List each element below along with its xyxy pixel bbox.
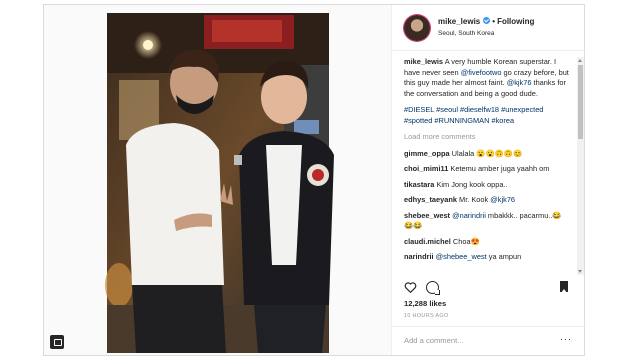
scroll-down-arrow-icon[interactable] bbox=[578, 270, 582, 273]
comment-text: Ketemu amber juga yaahh om bbox=[448, 164, 550, 173]
following-button[interactable]: Following bbox=[497, 17, 534, 26]
header-username-line: mike_lewis • Following bbox=[438, 17, 534, 26]
scroll-up-arrow-icon[interactable] bbox=[578, 59, 582, 62]
comments-scrollbar[interactable] bbox=[577, 57, 584, 275]
comment-item: tikastara Kim Jong kook oppa.. bbox=[404, 180, 570, 191]
comment-icon[interactable] bbox=[426, 281, 440, 295]
comment-mention[interactable]: @shebee_west bbox=[436, 252, 487, 261]
photo-illustration bbox=[105, 13, 334, 353]
action-bar bbox=[404, 279, 574, 297]
comment-text: Mr. Kook bbox=[457, 195, 491, 204]
post-card: mike_lewis • Following Seoul, South Korea … bbox=[43, 4, 586, 356]
comment-username[interactable]: claudi.michel bbox=[404, 237, 451, 246]
comment-item: narindrii @shebee_west ya ampun bbox=[404, 252, 570, 263]
comment-username[interactable]: edhys_taeyank bbox=[404, 195, 457, 204]
load-more-comments[interactable]: Load more comments bbox=[404, 132, 570, 143]
comment-item: gimme_oppa Ulalala 😮😮🙃🙃😊 bbox=[404, 149, 570, 160]
add-comment-input[interactable]: Add a comment... bbox=[404, 336, 464, 345]
hashtags[interactable]: #DIESEL #seoul #dieselfw18 #unexpected #… bbox=[404, 105, 570, 126]
header-username[interactable]: mike_lewis bbox=[438, 17, 480, 26]
caption: mike_lewis A very humble Korean supersta… bbox=[404, 57, 570, 99]
comment-item: shebee_west @narindrii mbakkk.. pacarmu.… bbox=[404, 211, 570, 232]
post-panel: mike_lewis • Following Seoul, South Korea … bbox=[391, 5, 586, 356]
caption-username[interactable]: mike_lewis bbox=[404, 57, 443, 66]
comment-text: Choa😍 bbox=[450, 236, 480, 246]
comment-username[interactable]: gimme_oppa bbox=[404, 149, 450, 158]
comments-list[interactable]: mike_lewis A very humble Korean supersta… bbox=[404, 57, 570, 275]
comment-text: ya ampun bbox=[486, 252, 522, 261]
post-header: mike_lewis • Following Seoul, South Korea bbox=[392, 5, 585, 51]
comment-username[interactable]: shebee_west bbox=[404, 211, 450, 220]
comment-text: Kim Jong kook oppa.. bbox=[434, 179, 508, 189]
avatar[interactable] bbox=[404, 15, 430, 41]
heart-icon[interactable] bbox=[404, 281, 417, 294]
caption-mention-2[interactable]: @kjk76 bbox=[507, 78, 532, 87]
caption-mention-1[interactable]: @fivefootwo bbox=[461, 68, 502, 77]
location-link[interactable]: Seoul, South Korea bbox=[438, 30, 494, 37]
verified-badge-icon bbox=[483, 17, 491, 25]
likes-count[interactable]: 12,288 likes bbox=[404, 299, 446, 308]
bookmark-icon[interactable] bbox=[560, 281, 568, 293]
gallery-icon[interactable] bbox=[50, 335, 64, 349]
scrollbar-thumb[interactable] bbox=[578, 65, 583, 139]
post-timestamp: 10 HOURS AGO bbox=[404, 313, 449, 319]
separator-dot: • bbox=[492, 17, 496, 26]
post-photo[interactable] bbox=[44, 5, 391, 355]
comment-item: choi_mimi11 Ketemu amber juga yaahh om bbox=[404, 164, 570, 175]
more-options-icon[interactable]: ··· bbox=[560, 334, 572, 344]
comment-username[interactable]: choi_mimi11 bbox=[404, 164, 448, 173]
comment-mention[interactable]: @kjk76 bbox=[490, 195, 515, 204]
add-comment-bar: Add a comment... ··· bbox=[392, 326, 586, 356]
comment-username[interactable]: narindrii bbox=[404, 252, 434, 261]
comment-mention[interactable]: @narindrii bbox=[452, 211, 486, 220]
comment-username[interactable]: tikastara bbox=[404, 180, 434, 189]
comment-item: claudi.michel Choa😍 bbox=[404, 237, 570, 248]
comment-item: edhys_taeyank Mr. Kook @kjk76 bbox=[404, 195, 570, 206]
comment-text: Ulalala 😮😮🙃🙃😊 bbox=[449, 148, 523, 158]
